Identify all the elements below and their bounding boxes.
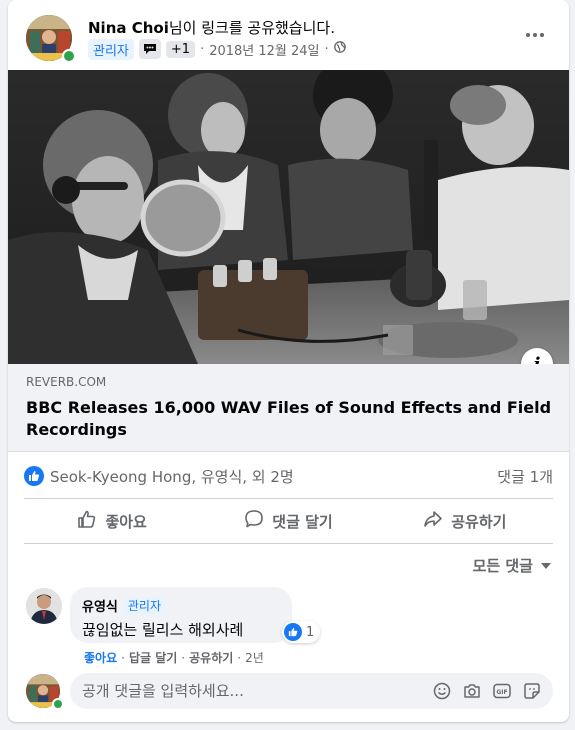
commenter-admin-badge[interactable]: 관리자 <box>123 597 166 614</box>
like-button[interactable]: 좋아요 <box>24 499 200 543</box>
like-button-label: 좋아요 <box>105 512 147 531</box>
comment-bubble-icon <box>244 509 264 533</box>
comment-button-label: 댓글 달기 <box>272 512 333 531</box>
comment-bubble: 유영식 관리자 끊임없는 릴리스 해외사례 <box>70 587 292 643</box>
caret-down-icon <box>541 556 551 574</box>
link-title[interactable]: BBC Releases 16,000 WAV Files of Sound E… <box>26 397 553 441</box>
like-icon[interactable] <box>24 466 44 486</box>
admin-badge[interactable]: 관리자 <box>88 38 134 60</box>
comment-separator: · <box>237 650 242 665</box>
conversation-starter-icon[interactable] <box>138 39 161 59</box>
comment-actions: 좋아요 · 답글 달기 · 공유하기 · 2년 <box>84 649 264 666</box>
comment-count[interactable]: 댓글 1개 <box>497 466 553 487</box>
author-name[interactable]: Nina Choi <box>88 19 169 37</box>
emoji-icon[interactable] <box>431 680 453 702</box>
comment-button[interactable]: 댓글 달기 <box>200 499 376 543</box>
svg-text:GIF: GIF <box>496 689 507 696</box>
viewer-online-dot <box>52 698 64 710</box>
comment-sort-dropdown[interactable]: 모든 댓글 <box>473 555 551 575</box>
comment-separator: · <box>181 650 186 665</box>
commenter-avatar[interactable] <box>26 588 62 624</box>
commenter-name[interactable]: 유영식 <box>82 596 118 615</box>
globe-icon[interactable] <box>333 41 346 57</box>
reactions-summary: Seok-Kyeong Hong, 유영식, 외 2명 댓글 1개 <box>24 462 553 490</box>
link-preview-image[interactable] <box>8 70 569 364</box>
post-meta: 관리자 +1 · 2018년 12월 24일 · <box>88 38 346 60</box>
reaction-names[interactable]: Seok-Kyeong Hong, 유영식, 외 2명 <box>50 466 294 487</box>
more-options-icon[interactable] <box>521 23 549 47</box>
camera-icon[interactable] <box>461 680 483 702</box>
share-button[interactable]: 공유하기 <box>377 499 553 543</box>
comment-reaction-number: 1 <box>306 624 315 640</box>
share-button-label: 공유하기 <box>451 512 507 531</box>
comment-sort-label: 모든 댓글 <box>472 556 533 575</box>
post-action-text: 님이 링크를 공유했습니다. <box>168 19 335 37</box>
post-date[interactable]: 2018년 12월 24일 <box>209 40 319 59</box>
composer-tools: GIF <box>431 680 553 702</box>
comment-like-link[interactable]: 좋아요 <box>84 649 117 666</box>
comment-input[interactable] <box>70 673 431 709</box>
link-domain: REVERB.COM <box>26 375 107 389</box>
link-preview-meta[interactable]: REVERB.COM BBC Releases 16,000 WAV Files… <box>8 364 569 452</box>
sticker-icon[interactable] <box>521 680 543 702</box>
thumbs-up-icon <box>77 509 97 533</box>
comment-time[interactable]: 2년 <box>245 649 264 666</box>
post-header: Nina Choi님이 링크를 공유했습니다. 관리자 +1 · 2018년 1… <box>24 13 553 63</box>
online-status-dot <box>62 49 76 63</box>
comment-separator: · <box>121 650 125 665</box>
comment-share-link[interactable]: 공유하기 <box>189 649 233 666</box>
extra-badges-count[interactable]: +1 <box>165 40 196 58</box>
share-arrow-icon <box>423 509 443 533</box>
comment-text: 끊임없는 릴리스 해외사례 <box>82 621 244 639</box>
post-card: Nina Choi님이 링크를 공유했습니다. 관리자 +1 · 2018년 1… <box>8 0 569 722</box>
like-icon <box>284 623 302 641</box>
comment-composer: GIF <box>70 673 553 709</box>
meta-separator: · <box>324 41 329 57</box>
comment-header: 유영식 관리자 <box>82 596 166 615</box>
comment-reaction-count[interactable]: 1 <box>282 621 321 643</box>
gif-icon[interactable]: GIF <box>491 680 513 702</box>
post-title-line: Nina Choi님이 링크를 공유했습니다. <box>88 17 335 38</box>
comment-reply-link[interactable]: 답글 달기 <box>129 649 177 666</box>
meta-separator: · <box>200 41 205 57</box>
post-action-bar: 좋아요 댓글 달기 공유하기 <box>24 498 553 544</box>
